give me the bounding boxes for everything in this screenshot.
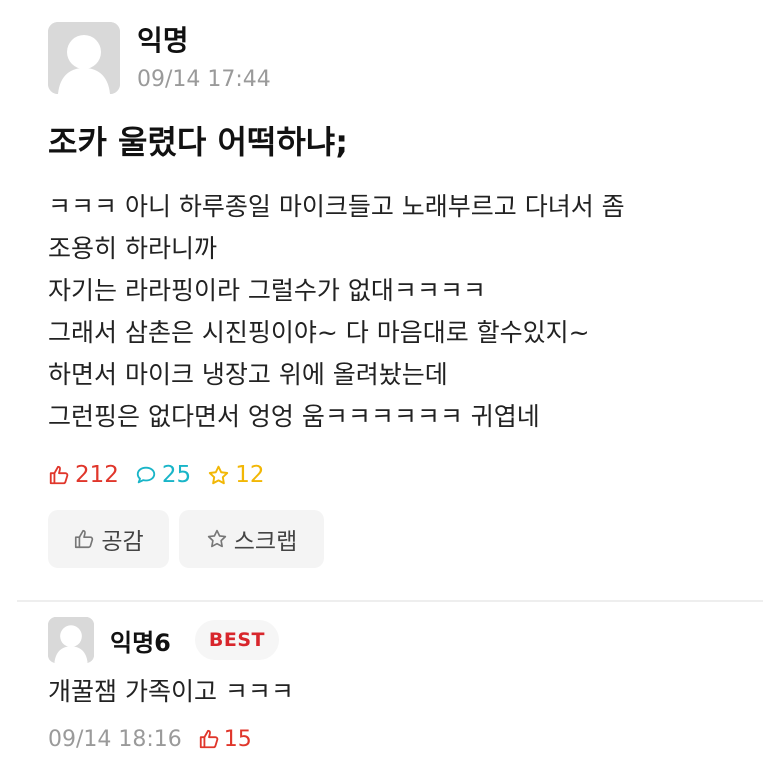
thumbs-up-icon: [75, 529, 94, 549]
author-name: 익명: [137, 24, 189, 57]
like-count-value: 212: [75, 462, 119, 488]
post-body-line: ㅋㅋㅋ 아니 하루종일 마이크들고 노래부르고 다녀서 좀: [48, 192, 625, 221]
post-timestamp: 09/14 17:44: [137, 67, 271, 92]
scrap-count: 12: [207, 462, 264, 488]
comment-author-name: 익명6: [110, 628, 171, 657]
like-button-label: 공감: [101, 529, 144, 555]
thumbs-up-icon: [49, 465, 69, 485]
star-icon: [207, 529, 226, 548]
post-body-line: 그런핑은 없다면서 엉엉 움ㅋㅋㅋㅋㅋㅋ 귀엽네: [48, 402, 540, 431]
post-actions: 공감 스크랩: [48, 510, 334, 568]
comment-count: 25: [135, 462, 191, 488]
comment-text: 개꿀잼 가족이고 ㅋㅋㅋ: [48, 677, 294, 706]
scrap-count-value: 12: [235, 462, 265, 488]
comment-meta: 09/14 18:16 15: [48, 724, 252, 754]
comment-like-value: 15: [223, 726, 252, 752]
author-meta: 익명 09/14 17:44: [137, 22, 271, 94]
post-body-line: 자기는 라라핑이라 그럴수가 없대ㅋㅋㅋㅋ: [48, 276, 486, 305]
like-count: 212: [48, 462, 119, 488]
scrap-button-label: 스크랩: [233, 529, 298, 555]
post-body-line: 그래서 삼촌은 시진핑이야~ 다 마음대로 할수있지~: [48, 318, 590, 347]
scrap-button[interactable]: 스크랩: [179, 510, 324, 568]
post-body: ㅋㅋㅋ 아니 하루종일 마이크들고 노래부르고 다녀서 좀 조용히 하라니까 자…: [48, 186, 748, 438]
speech-bubble-icon: [136, 466, 156, 484]
comment-like-count[interactable]: 15: [198, 727, 252, 752]
best-badge: BEST: [194, 620, 279, 660]
thumbs-up-icon: [199, 729, 219, 749]
comment-author-row: 익명6 BEST: [48, 616, 279, 664]
comment-count-value: 25: [161, 462, 192, 488]
default-avatar-icon: [48, 617, 94, 663]
post-body-line: 조용히 하라니까: [48, 234, 217, 263]
default-avatar-icon: [48, 22, 120, 94]
like-button[interactable]: 공감: [48, 510, 169, 568]
post-stats: 212 25 12: [48, 460, 280, 490]
star-icon: [209, 465, 229, 484]
author-avatar[interactable]: [48, 22, 120, 94]
section-divider: [17, 600, 763, 602]
comment-timestamp: 09/14 18:16: [48, 726, 182, 752]
comment-avatar[interactable]: [48, 617, 94, 663]
post-author-row: 익명 09/14 17:44: [48, 22, 271, 94]
post-title: 조카 울렸다 어떡하냐;: [48, 123, 349, 161]
post-body-line: 하면서 마이크 냉장고 위에 올려놨는데: [48, 360, 448, 389]
